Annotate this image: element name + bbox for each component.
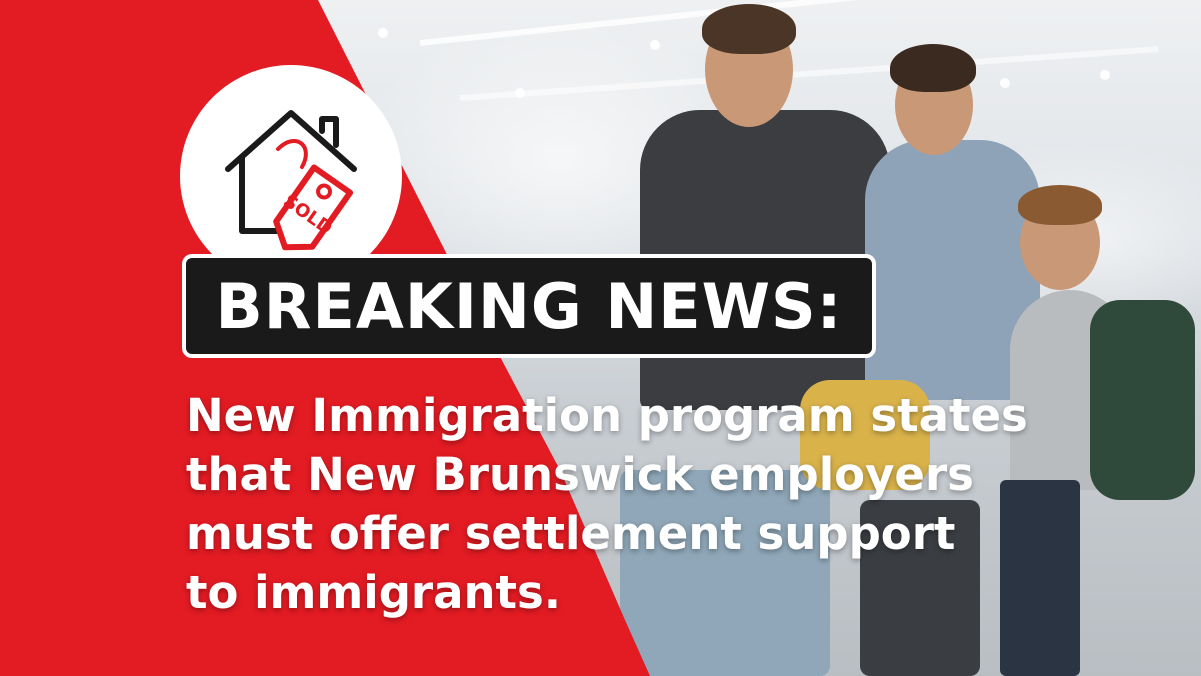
house-sold-tag-icon: SOLD — [225, 110, 357, 251]
breaking-news-title: BREAKING NEWS: — [215, 269, 843, 343]
headline: New Immigration program states that New … — [186, 386, 1126, 622]
ceiling-light — [515, 88, 525, 98]
news-graphic: SOLD BREAKING NEWS: New Immigration prog… — [0, 0, 1201, 676]
breaking-news-box: BREAKING NEWS: — [182, 254, 876, 358]
headline-line: that New Brunswick employers — [186, 448, 974, 501]
ceiling-light — [650, 40, 660, 50]
ceiling-light — [1000, 78, 1010, 88]
headline-line: to immigrants. — [186, 566, 561, 619]
headline-line: must offer settlement support — [186, 507, 956, 560]
ceiling-light-strip — [459, 46, 1159, 101]
headline-line: New Immigration program states — [186, 389, 1028, 442]
ceiling-light — [1100, 70, 1110, 80]
ceiling-light — [378, 28, 388, 38]
